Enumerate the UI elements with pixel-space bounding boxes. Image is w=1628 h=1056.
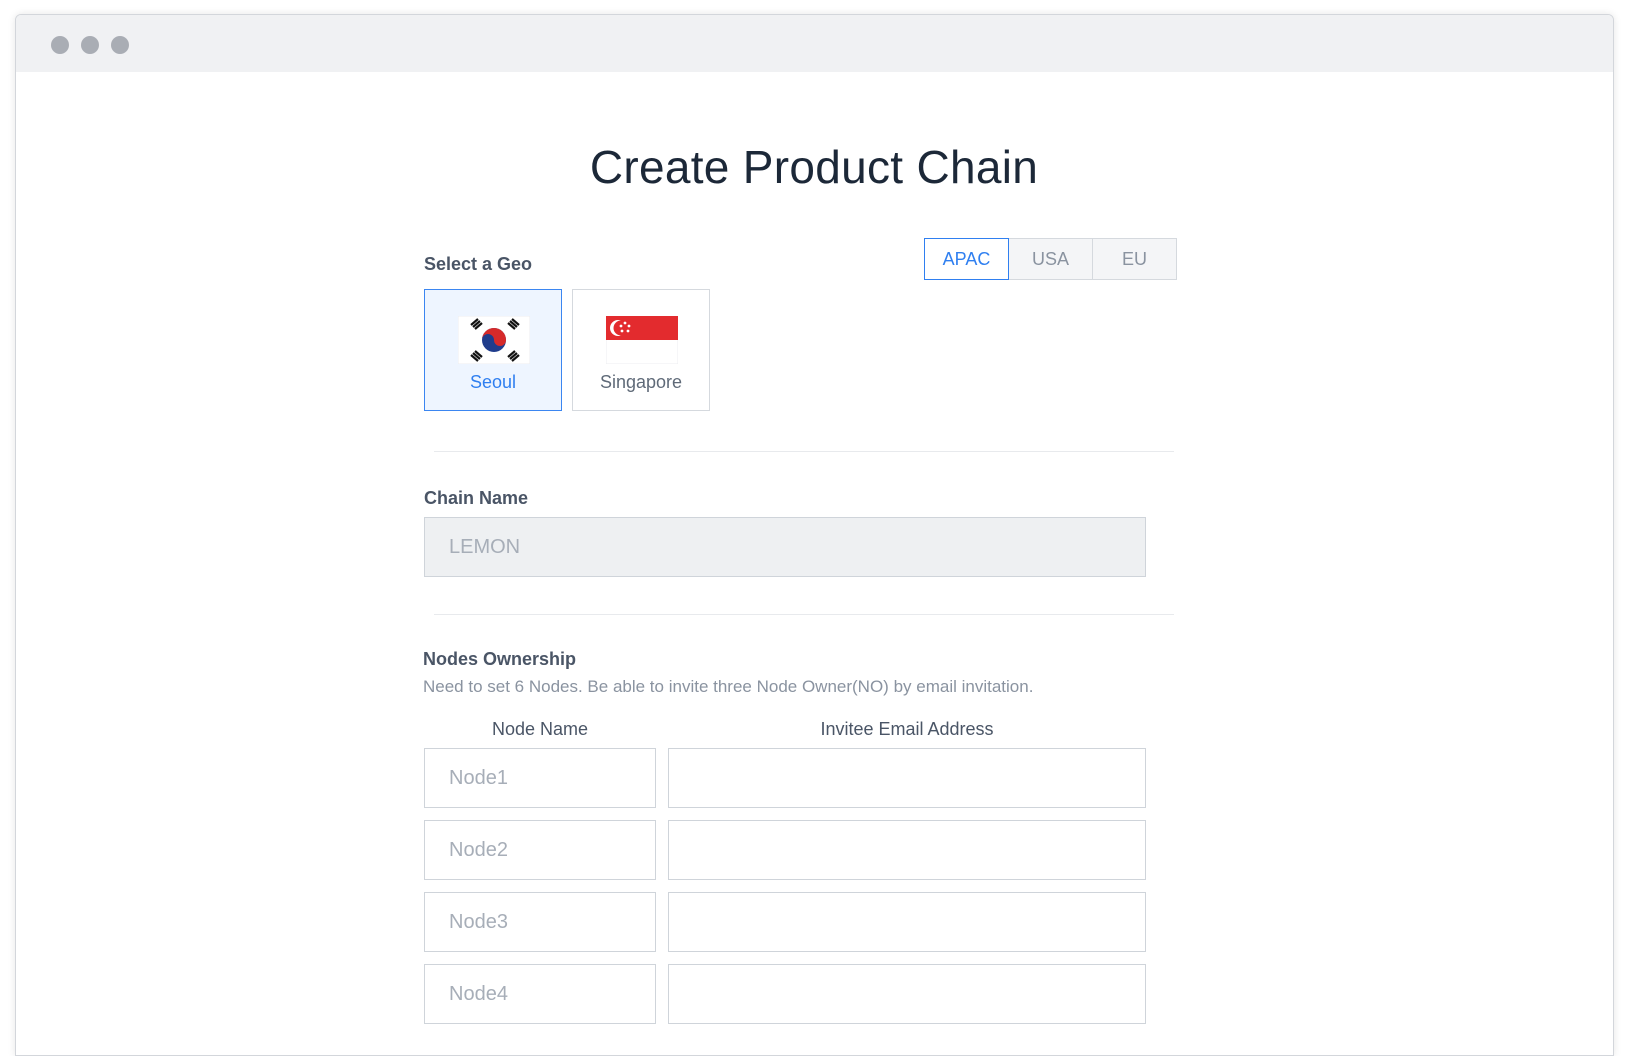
chain-name-input[interactable]: [424, 517, 1146, 577]
geo-label: Select a Geo: [424, 254, 533, 274]
email-column-header: Invitee Email Address: [820, 719, 994, 739]
invitee-email-input[interactable]: [668, 820, 1146, 880]
singapore-flag-icon: [606, 316, 678, 364]
minimize-window-button[interactable]: [81, 36, 99, 54]
south-korea-flag-icon: [458, 316, 530, 364]
section-divider: [434, 451, 1174, 452]
geo-card-singapore[interactable]: Singapore: [572, 289, 710, 411]
node-name-input[interactable]: [424, 820, 656, 880]
invitee-email-input[interactable]: [668, 748, 1146, 808]
tab-apac[interactable]: APAC: [924, 238, 1009, 280]
close-window-button[interactable]: [51, 36, 69, 54]
page-title: Create Product Chain: [589, 141, 1039, 193]
node-name-input[interactable]: [424, 892, 656, 952]
node-name-input[interactable]: [424, 964, 656, 1024]
nodes-help-text: Need to set 6 Nodes. Be able to invite t…: [423, 677, 1034, 696]
geo-card-label: Singapore: [599, 372, 683, 392]
geo-card-seoul[interactable]: Seoul: [424, 289, 562, 411]
tab-eu[interactable]: EU: [1092, 238, 1177, 280]
nodes-ownership-label: Nodes Ownership: [423, 649, 577, 669]
tab-usa[interactable]: USA: [1008, 238, 1093, 280]
invitee-email-input[interactable]: [668, 892, 1146, 952]
section-divider: [434, 614, 1174, 615]
node-name-column-header: Node Name: [491, 719, 589, 739]
geo-region-tabs: APAC USA EU: [924, 238, 1177, 280]
window-titlebar: [16, 15, 1613, 72]
geo-card-label: Seoul: [469, 372, 517, 392]
invitee-email-input[interactable]: [668, 964, 1146, 1024]
maximize-window-button[interactable]: [111, 36, 129, 54]
chain-name-label: Chain Name: [424, 488, 529, 508]
node-name-input[interactable]: [424, 748, 656, 808]
